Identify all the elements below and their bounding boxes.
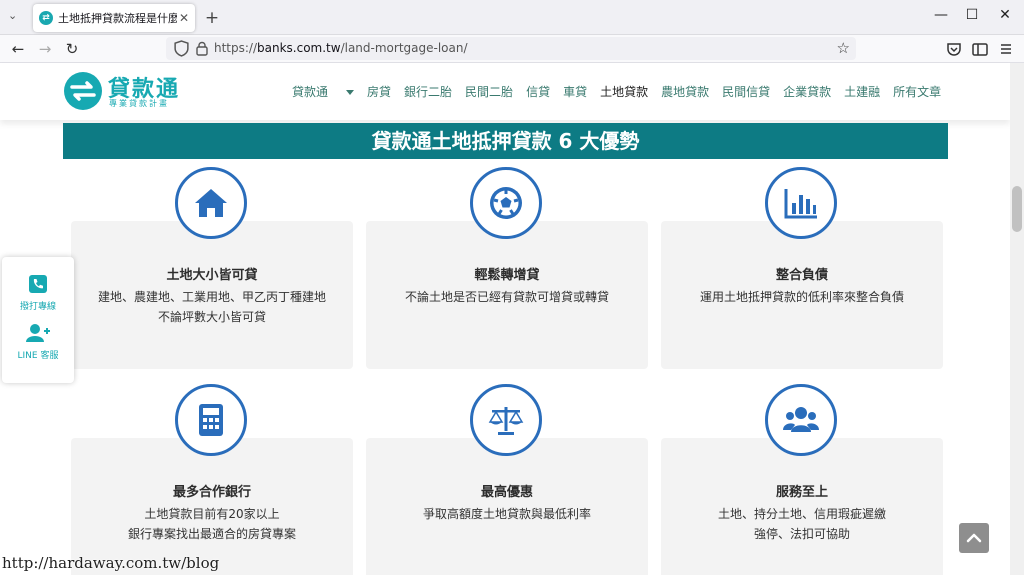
new-tab-button[interactable]: + [203, 8, 221, 28]
bar-chart-icon [784, 189, 817, 219]
contact-float-panel: 撥打專線 LINE 客服 [2, 257, 74, 383]
soccer-ball-icon [490, 187, 522, 219]
browser-tab-active[interactable]: ⇄ 土地抵押貸款流程是什麼?只要 ✕ [33, 4, 195, 32]
scrollbar-track[interactable] [1010, 63, 1024, 575]
card-description: 土地貸款目前有20家以上 [144, 507, 280, 521]
site-header: 貸款通 專業貸款計畫 貸款通 房貸 銀行二胎 民間二胎 信貸 車貸 土地貸款 農… [0, 63, 1010, 120]
users-icon [783, 407, 819, 432]
card-description: 強停、法扣可協助 [753, 527, 850, 541]
card-description: 爭取高額度土地貸款與最低利率 [422, 507, 591, 521]
main-menu: 貸款通 房貸 銀行二胎 民間二胎 信貸 車貸 土地貸款 農地貸款 民間信貸 企業… [292, 83, 954, 100]
chevron-up-icon [966, 533, 982, 543]
blog-watermark: http://hardaway.com.tw/blog [2, 554, 220, 572]
maximize-button[interactable]: ☐ [957, 7, 987, 27]
add-user-icon [26, 324, 50, 342]
close-window-button[interactable]: ✕ [990, 7, 1020, 27]
back-arrow-icon[interactable]: ← [7, 38, 29, 60]
sidebar-toggle-icon[interactable] [970, 39, 990, 59]
card-description: 銀行專案找出最適合的房貸專案 [127, 527, 296, 541]
lock-icon[interactable] [195, 41, 209, 56]
menu-item-land-loan[interactable]: 土地貸款 [600, 83, 648, 100]
menu-item-all-articles[interactable]: 所有文章 [893, 83, 941, 100]
back-to-top-button[interactable] [959, 523, 989, 553]
menu-item-car-loan[interactable]: 車貸 [563, 83, 587, 100]
tab-list-icon[interactable]: ⌄ [8, 9, 17, 22]
feature-icon-circle [765, 384, 837, 456]
section-banner: 貸款通土地抵押貸款 6 大優勢 [63, 123, 948, 159]
tab-close-icon[interactable]: ✕ [179, 11, 189, 25]
line-support-button[interactable]: LINE 客服 [2, 323, 74, 361]
line-support-label: LINE 客服 [17, 351, 59, 361]
house-icon [195, 189, 227, 217]
feature-icon-circle [175, 384, 247, 456]
chevron-down-icon [346, 90, 355, 95]
feature-icon-circle [765, 167, 837, 239]
minimize-button[interactable]: — [926, 7, 956, 27]
bookmark-star-icon[interactable]: ☆ [837, 39, 850, 57]
card-debt-consolidation: 整合負債 運用土地抵押貸款的低利率來整合負債 [661, 221, 943, 369]
tab-title: 土地抵押貸款流程是什麼?只要 [58, 12, 177, 25]
call-hotline-button[interactable]: 撥打專線 [2, 275, 74, 312]
card-description: 土地、持分土地、信用瑕疵遲繳 [717, 507, 886, 521]
scrollbar-thumb[interactable] [1012, 186, 1022, 232]
feature-icon-circle [175, 167, 247, 239]
menu-item-bank-second-lien[interactable]: 銀行二胎 [404, 83, 452, 100]
card-description: 運用土地抵押貸款的低利率來整合負債 [699, 290, 904, 304]
card-title: 整合負債 [775, 268, 828, 283]
menu-item-credit-loan[interactable]: 信貸 [526, 83, 550, 100]
card-title: 最高優惠 [480, 485, 533, 500]
calculator-icon [199, 404, 223, 436]
menu-item-business-loan[interactable]: 企業貸款 [783, 83, 831, 100]
url-text[interactable]: https://banks.com.tw/land-mortgage-loan/ [214, 41, 468, 55]
card-title: 最多合作銀行 [172, 485, 251, 500]
card-description: 不論坪數大小皆可貸 [157, 310, 266, 324]
phone-icon [29, 275, 47, 293]
card-service-first: 服務至上 土地、持分土地、信用瑕疵遲繳 強停、法扣可協助 [661, 438, 943, 575]
favicon-icon: ⇄ [39, 11, 53, 25]
card-title: 輕鬆轉增貸 [474, 268, 540, 283]
address-bar[interactable]: https://banks.com.tw/land-mortgage-loan/… [166, 37, 856, 60]
feature-icon-circle [470, 167, 542, 239]
card-best-offers: 最高優惠 爭取高額度土地貸款與最低利率 [366, 438, 648, 575]
card-title: 服務至上 [775, 485, 828, 500]
hamburger-menu-icon[interactable] [996, 39, 1016, 59]
logo-icon[interactable] [63, 71, 103, 111]
card-land-any-size: 土地大小皆可貸 建地、農建地、工業用地、甲乙丙丁種建地 不論坪數大小皆可貸 [71, 221, 353, 369]
menu-item-mortgage[interactable]: 房貸 [367, 83, 391, 100]
shield-icon[interactable] [173, 40, 190, 57]
menu-item-farmland-loan[interactable]: 農地貸款 [661, 83, 709, 100]
logo-tagline: 專業貸款計畫 [109, 99, 169, 108]
browser-nav-bar: ← → ↻ https://banks.com.tw/land-mortgage… [0, 35, 1024, 63]
card-easy-refinance: 輕鬆轉增貸 不論土地是否已經有貸款可增貸或轉貸 [366, 221, 648, 369]
menu-item-private-credit[interactable]: 民間信貸 [722, 83, 770, 100]
reload-icon[interactable]: ↻ [61, 38, 83, 60]
menu-item-private-second-lien[interactable]: 民間二胎 [465, 83, 513, 100]
forward-arrow-icon[interactable]: → [34, 38, 56, 60]
feature-icon-circle [470, 384, 542, 456]
pocket-icon[interactable] [944, 39, 964, 59]
menu-item-loans[interactable]: 貸款通 [292, 83, 355, 100]
call-hotline-label: 撥打專線 [19, 302, 56, 312]
card-description: 建地、農建地、工業用地、甲乙丙丁種建地 [97, 290, 326, 304]
browser-tab-bar: ⌄ ⇄ 土地抵押貸款流程是什麼?只要 ✕ + — ☐ ✕ [0, 0, 1024, 35]
card-description: 不論土地是否已經有貸款可增貸或轉貸 [404, 290, 609, 304]
scale-icon [488, 407, 524, 435]
menu-item-construction-loan[interactable]: 土建融 [844, 83, 880, 100]
card-title: 土地大小皆可貸 [166, 268, 258, 283]
